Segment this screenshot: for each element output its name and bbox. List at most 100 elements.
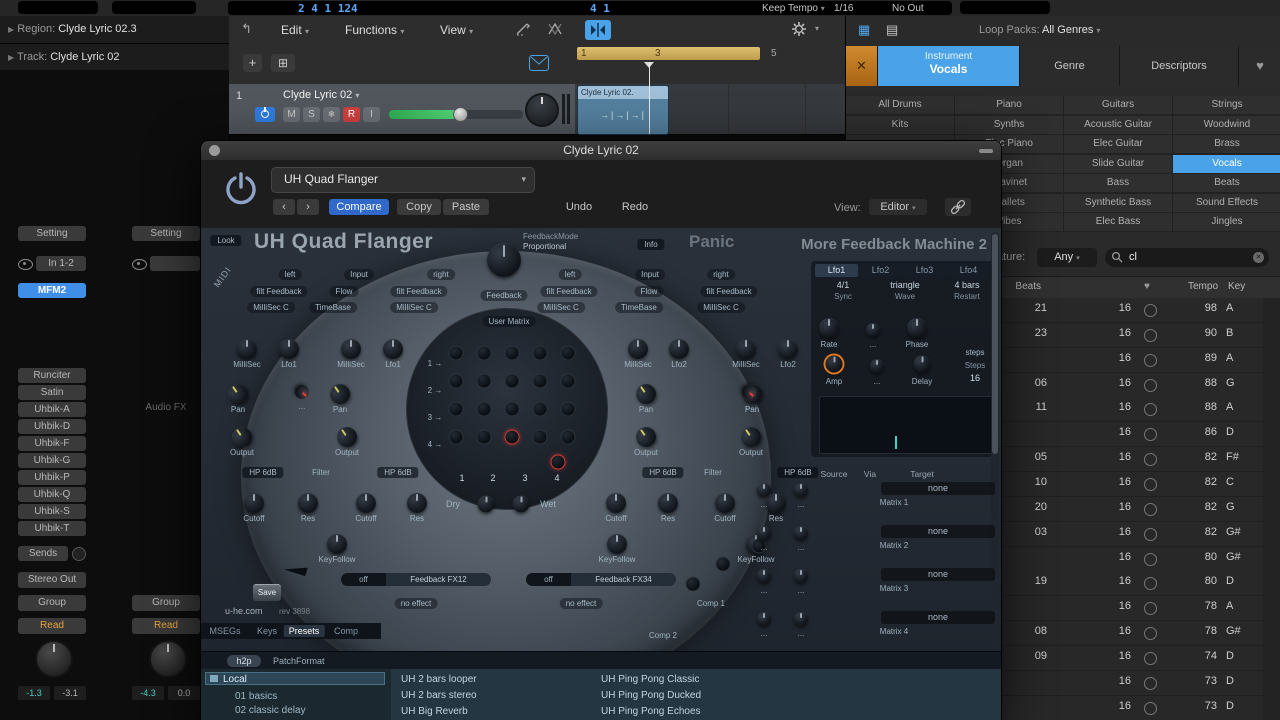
favorites-tab[interactable]: ♥ bbox=[1239, 46, 1280, 86]
patch-format-label[interactable]: PatchFormat bbox=[273, 656, 325, 666]
insert-slot[interactable]: Uhbik-F bbox=[18, 436, 86, 451]
footer-tab-presets[interactable]: Presets bbox=[283, 625, 325, 637]
mod-via-knob[interactable] bbox=[794, 612, 808, 626]
matrix-knob[interactable] bbox=[532, 345, 548, 361]
tab-genre[interactable]: Genre bbox=[1020, 46, 1120, 86]
automation-button[interactable]: Read bbox=[18, 618, 86, 634]
input-slot[interactable]: In 1-2 bbox=[18, 256, 86, 271]
favorite-toggle[interactable] bbox=[1144, 602, 1157, 615]
back-icon[interactable]: ↰ bbox=[241, 21, 252, 37]
disclosure-triangle-icon[interactable]: ▶ bbox=[8, 25, 14, 34]
lfo-wave-value[interactable]: triangle bbox=[890, 280, 920, 290]
volume-slider[interactable] bbox=[389, 107, 523, 122]
lcd-display[interactable]: 2 4 1 124 4 1 Keep Tempo ▾ 1/16 No Out bbox=[228, 1, 952, 15]
keep-tempo-dropdown[interactable]: Keep Tempo ▾ bbox=[762, 3, 825, 14]
menu-functions[interactable]: Functions ▾ bbox=[345, 23, 404, 37]
mod-source-knob[interactable] bbox=[757, 526, 771, 540]
feedback-mode-value[interactable]: Proportional bbox=[523, 242, 566, 251]
preset-item[interactable]: UH Ping Pong Classic bbox=[601, 674, 699, 685]
keyfollow-knob[interactable] bbox=[327, 534, 347, 554]
matrix-knob[interactable] bbox=[560, 401, 576, 417]
res-knob[interactable] bbox=[766, 493, 786, 513]
matrix-knob[interactable] bbox=[448, 373, 464, 389]
lfo2-knob[interactable] bbox=[669, 339, 689, 359]
h2p-button[interactable]: h2p bbox=[227, 655, 261, 667]
preset-item[interactable]: UH 2 bars stereo bbox=[401, 690, 477, 701]
res-knob[interactable] bbox=[407, 493, 427, 513]
info-button[interactable]: Info bbox=[637, 239, 665, 250]
pan-knob[interactable] bbox=[35, 640, 73, 678]
keyfollow-knob[interactable] bbox=[607, 534, 627, 554]
matrix-knob[interactable] bbox=[532, 429, 548, 445]
gain-value[interactable]: -1.3 bbox=[18, 686, 50, 700]
link-button[interactable] bbox=[945, 198, 971, 216]
cycle-region[interactable] bbox=[577, 47, 760, 60]
fx34-name[interactable]: Feedback FX34 bbox=[571, 573, 676, 586]
favorite-toggle[interactable] bbox=[1144, 702, 1157, 715]
eye-icon[interactable] bbox=[18, 259, 33, 270]
category-cell[interactable]: Jingles bbox=[1173, 213, 1280, 231]
res-knob[interactable] bbox=[658, 493, 678, 513]
pan-knob[interactable] bbox=[224, 380, 252, 408]
audio-region[interactable]: Clyde Lyric 02. →|→|→| bbox=[577, 85, 669, 135]
save-button[interactable]: Save bbox=[253, 584, 281, 601]
favorite-toggle[interactable] bbox=[1144, 553, 1157, 566]
insert-slot[interactable]: Uhbik-T bbox=[18, 521, 86, 536]
tab-descriptors[interactable]: Descriptors bbox=[1120, 46, 1239, 86]
favorite-toggle[interactable] bbox=[1144, 627, 1157, 640]
category-cell[interactable]: Elec Guitar bbox=[1064, 135, 1172, 153]
transport-button[interactable] bbox=[112, 1, 196, 14]
lfo-tab-lfo3[interactable]: Lfo3 bbox=[903, 264, 946, 277]
mod-via-knob[interactable] bbox=[794, 483, 808, 497]
steps-mode[interactable]: steps bbox=[965, 348, 984, 357]
matrix-knob[interactable] bbox=[504, 345, 520, 361]
lfo-tab-lfo2[interactable]: Lfo2 bbox=[859, 264, 902, 277]
category-cell[interactable]: Acoustic Guitar bbox=[1064, 116, 1172, 134]
matrix-knob[interactable] bbox=[476, 401, 492, 417]
favorite-toggle[interactable] bbox=[1144, 379, 1157, 392]
track-name[interactable]: Clyde Lyric 02 ▾ bbox=[283, 89, 359, 101]
folder-item[interactable]: Local bbox=[205, 672, 385, 685]
crossfade-tool-icon[interactable] bbox=[547, 21, 563, 37]
prev-preset-button[interactable]: ‹ bbox=[273, 199, 295, 215]
lfo-amp-knob[interactable] bbox=[825, 355, 843, 373]
footer-tab-comp[interactable]: Comp bbox=[329, 625, 363, 637]
category-cell[interactable]: Bass bbox=[1064, 174, 1172, 192]
plugin-scrollbar[interactable] bbox=[991, 232, 999, 647]
favorite-toggle[interactable] bbox=[1144, 304, 1157, 317]
solo-button[interactable]: S bbox=[303, 107, 320, 122]
disclosure-triangle-icon[interactable]: ▶ bbox=[8, 53, 14, 62]
copy-button[interactable]: Copy bbox=[397, 199, 441, 215]
category-cell[interactable]: Piano bbox=[955, 96, 1063, 114]
insert-slot[interactable]: Runciter bbox=[18, 368, 86, 383]
uhe-site-link[interactable]: u-he.com bbox=[225, 606, 263, 616]
matrix-knob[interactable] bbox=[504, 429, 520, 445]
transport-button[interactable] bbox=[960, 1, 1050, 14]
millisec-knob[interactable] bbox=[341, 339, 361, 359]
lfo-tab-lfo1[interactable]: Lfo1 bbox=[815, 264, 858, 277]
fx34-strip[interactable]: off Feedback FX34 bbox=[526, 573, 676, 586]
matrix-knob[interactable] bbox=[560, 429, 576, 445]
output-button[interactable]: Stereo Out bbox=[18, 572, 86, 588]
comp-knob[interactable] bbox=[685, 576, 701, 592]
favorite-toggle[interactable] bbox=[1144, 354, 1157, 367]
grid-view-icon[interactable]: ▦ bbox=[858, 22, 870, 38]
mod-source-knob[interactable] bbox=[757, 483, 771, 497]
mod-target-value[interactable]: none bbox=[881, 482, 995, 495]
footer-tab-keys[interactable]: Keys bbox=[252, 625, 282, 637]
mod-target-value[interactable]: none bbox=[881, 525, 995, 538]
res-knob[interactable] bbox=[298, 493, 318, 513]
insert-slot[interactable]: Uhbik-A bbox=[18, 402, 86, 417]
millisec-knob[interactable] bbox=[237, 339, 257, 359]
pan-knob[interactable] bbox=[525, 93, 559, 127]
favorite-toggle[interactable] bbox=[1144, 677, 1157, 690]
view-dropdown[interactable]: Editor ▾ bbox=[869, 199, 927, 215]
matrix-knob[interactable] bbox=[448, 345, 464, 361]
comp-knob[interactable] bbox=[715, 556, 731, 572]
record-enable-button[interactable]: R bbox=[343, 107, 360, 122]
hp-filter-button[interactable]: HP 6dB bbox=[377, 467, 419, 478]
input-slot-empty[interactable] bbox=[150, 256, 200, 271]
fx34-toggle[interactable]: off bbox=[526, 573, 571, 586]
compare-button[interactable]: Compare bbox=[329, 199, 389, 215]
division-value[interactable]: 1/16 bbox=[834, 3, 853, 14]
